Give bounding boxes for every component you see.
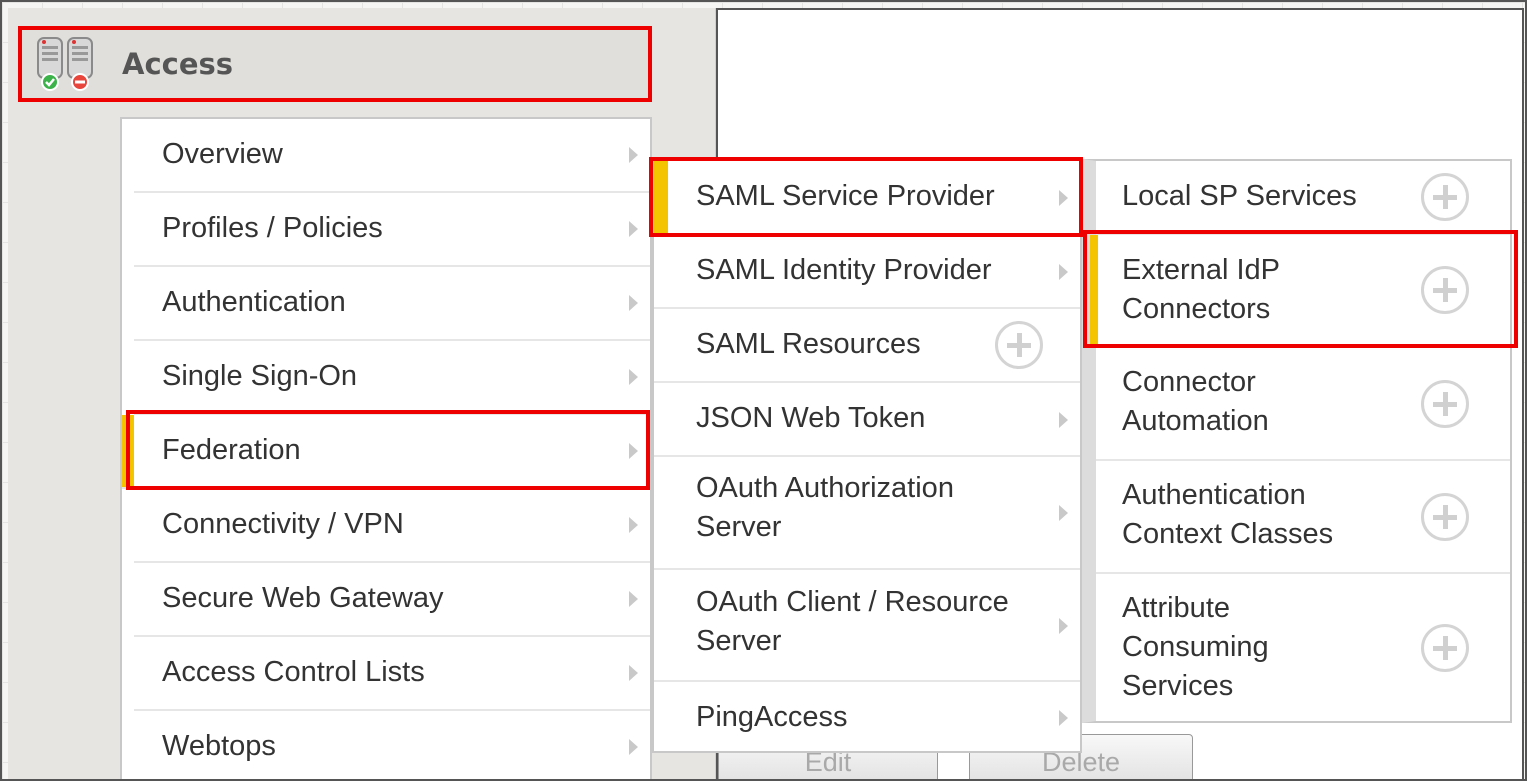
chevron-right-icon	[1059, 618, 1068, 634]
access-menu-header[interactable]: Access	[18, 26, 652, 102]
server-status-icon	[37, 37, 93, 91]
menu-item-label: Secure Web Gateway	[162, 582, 444, 614]
selection-accent	[654, 161, 668, 233]
chevron-right-icon	[629, 591, 638, 607]
menu-item-authentication-context-classes[interactable]: Authentication Context Classes	[1096, 461, 1510, 574]
menu-item-label-line2: Context Classes	[1122, 518, 1334, 550]
menu-item-label-line1: Connector	[1122, 366, 1256, 398]
menu-item-label-line2: Server	[696, 511, 782, 543]
menu-item-label: Overview	[162, 138, 283, 170]
menu-item-saml-service-provider[interactable]: SAML Service Provider	[654, 161, 1080, 235]
add-icon[interactable]	[1421, 493, 1469, 541]
menu-item-label-line1: OAuth Client / Resource	[696, 586, 1009, 618]
add-icon[interactable]	[995, 321, 1043, 369]
menu-item-label-line2: Automation	[1122, 405, 1269, 437]
chevron-right-icon	[1059, 264, 1068, 280]
menu-item-label: Local SP Services	[1122, 180, 1357, 212]
menu-item-saml-resources[interactable]: SAML Resources	[654, 309, 1080, 383]
chevron-right-icon	[629, 147, 638, 163]
chevron-right-icon	[1059, 412, 1068, 428]
menu-item-connectivity-vpn[interactable]: Connectivity / VPN	[134, 489, 650, 563]
selection-accent	[122, 415, 134, 487]
menu-item-label-line1: Authentication	[1122, 479, 1306, 511]
chevron-right-icon	[629, 739, 638, 755]
saml-sp-submenu: Local SP Services External IdP Connector…	[1082, 159, 1512, 723]
menu-item-pingaccess[interactable]: PingAccess	[654, 682, 1080, 753]
add-icon[interactable]	[1421, 380, 1469, 428]
menu-item-label: SAML Service Provider	[696, 180, 995, 212]
menu-item-federation[interactable]: Federation	[122, 415, 650, 489]
chevron-right-icon	[629, 665, 638, 681]
menu-item-label: Single Sign-On	[162, 360, 358, 392]
menu-item-attribute-consuming-services[interactable]: Attribute Consuming Services	[1096, 574, 1510, 723]
menu-item-label: Profiles / Policies	[162, 212, 383, 244]
add-icon[interactable]	[1421, 624, 1469, 672]
selection-accent	[1090, 235, 1098, 346]
chevron-right-icon	[629, 221, 638, 237]
add-icon[interactable]	[1421, 266, 1469, 314]
menu-item-label-line2: Connectors	[1122, 293, 1271, 325]
menu-item-authentication[interactable]: Authentication	[134, 267, 650, 341]
menu-item-label-line1: OAuth Authorization	[696, 472, 954, 504]
menu-item-json-web-token[interactable]: JSON Web Token	[654, 383, 1080, 457]
add-icon[interactable]	[1421, 173, 1469, 221]
chevron-right-icon	[629, 369, 638, 385]
chevron-right-icon	[1059, 505, 1068, 521]
menu-item-webtops[interactable]: Webtops	[134, 711, 650, 779]
menu-item-label-line1: Attribute	[1122, 592, 1230, 624]
screen: Edit Delete Access Overview Profiles / P…	[0, 0, 1527, 781]
menu-item-label: Federation	[162, 434, 301, 466]
menu-item-label: PingAccess	[696, 701, 848, 733]
chevron-right-icon	[1059, 710, 1068, 726]
chevron-right-icon	[629, 443, 638, 459]
menu-item-overview[interactable]: Overview	[134, 119, 650, 193]
menu-item-label-line2: Consuming	[1122, 631, 1269, 663]
menu-item-access-control-lists[interactable]: Access Control Lists	[134, 637, 650, 711]
menu-item-label-line1: External IdP	[1122, 254, 1280, 286]
menu-item-local-sp-services[interactable]: Local SP Services	[1096, 161, 1510, 235]
menu-item-label: Connectivity / VPN	[162, 508, 404, 540]
menu-item-saml-identity-provider[interactable]: SAML Identity Provider	[654, 235, 1080, 309]
chevron-right-icon	[629, 517, 638, 533]
menu-item-connector-automation[interactable]: Connector Automation	[1096, 348, 1510, 461]
menu-item-oauth-client-resource-server[interactable]: OAuth Client / Resource Server	[654, 570, 1080, 682]
chevron-right-icon	[629, 295, 638, 311]
access-submenu: Overview Profiles / Policies Authenticat…	[120, 117, 652, 779]
federation-submenu: SAML Service Provider SAML Identity Prov…	[652, 159, 1082, 753]
menu-item-label-line2: Server	[696, 625, 782, 657]
menu-item-label: SAML Resources	[696, 328, 921, 360]
menu-item-label: Access Control Lists	[162, 656, 425, 688]
chevron-right-icon	[1059, 190, 1068, 206]
menu-item-label: JSON Web Token	[696, 402, 926, 434]
access-title: Access	[122, 47, 234, 81]
menu-item-single-sign-on[interactable]: Single Sign-On	[134, 341, 650, 415]
menu-item-oauth-authorization-server[interactable]: OAuth Authorization Server	[654, 457, 1080, 570]
menu-item-label: SAML Identity Provider	[696, 254, 992, 286]
menu-item-profiles-policies[interactable]: Profiles / Policies	[134, 193, 650, 267]
menu-item-external-idp-connectors[interactable]: External IdP Connectors	[1090, 235, 1510, 348]
menu-item-label: Authentication	[162, 286, 346, 318]
menu-item-secure-web-gateway[interactable]: Secure Web Gateway	[134, 563, 650, 637]
menu-item-label-line3: Services	[1122, 670, 1234, 702]
menu-item-label: Webtops	[162, 730, 276, 762]
